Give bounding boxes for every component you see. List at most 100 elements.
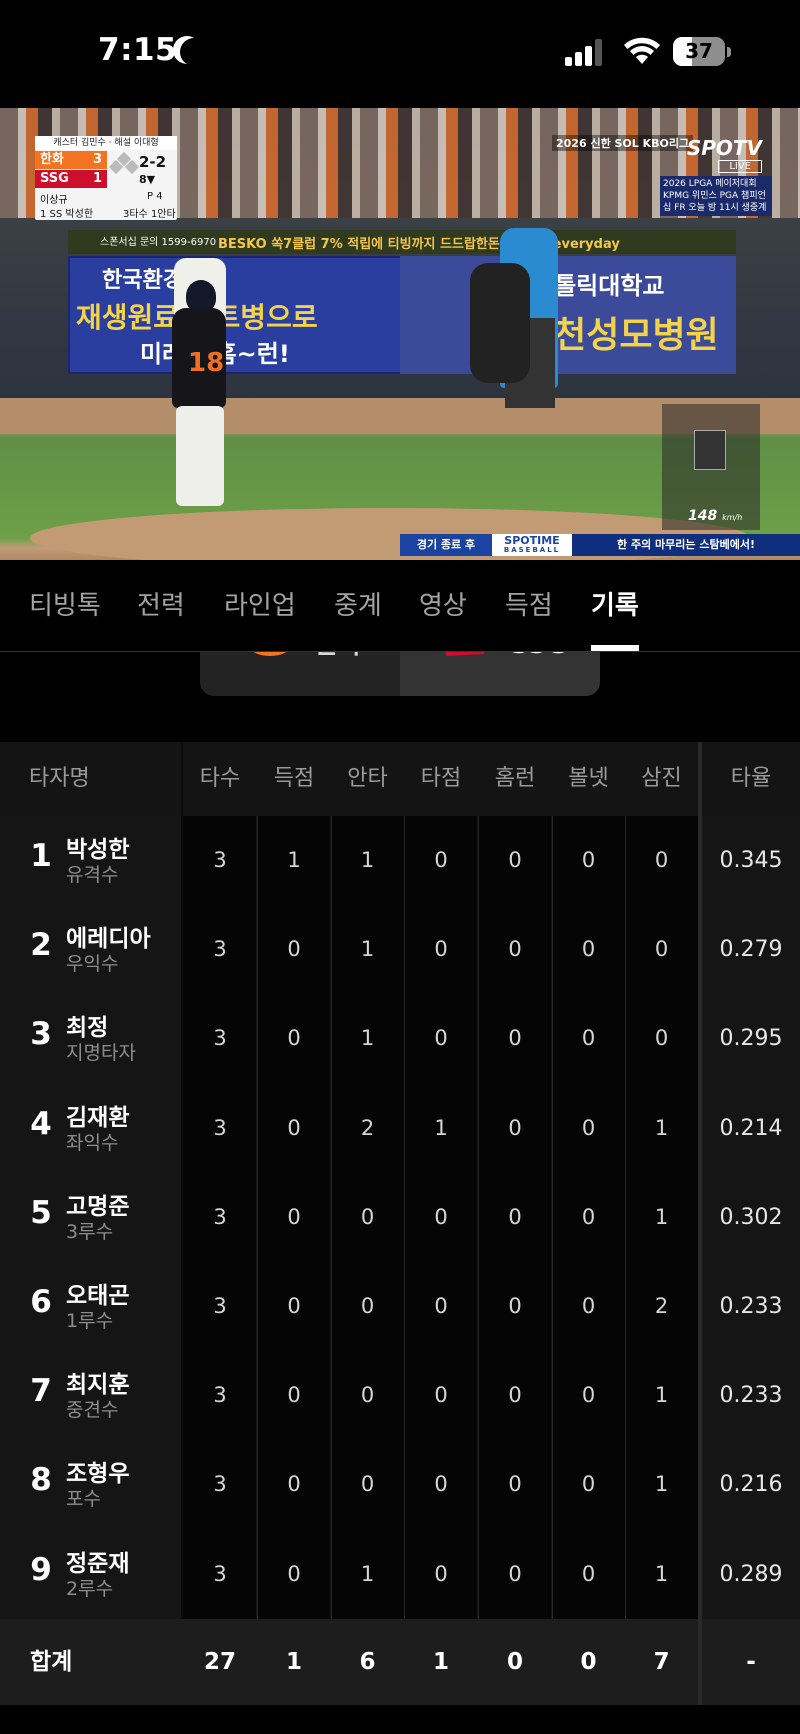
team2-score: 1 (92, 171, 102, 186)
video-player[interactable]: BESKO 쏙7클럽 7% 적립에 티빙까지 드드랍한돈 emart every… (0, 108, 800, 560)
cell-runs: 0 (287, 1383, 301, 1408)
table-row[interactable]: 6 오태곤 1루수 3 0 0 0 0 0 2 0.233 (0, 1262, 800, 1351)
cell-hits: 1 (360, 848, 375, 872)
cell-at-bats: 3 (213, 1561, 227, 1586)
cell-runs: 0 (287, 1115, 301, 1140)
cell-at-bats: 3 (213, 1383, 227, 1408)
cell-strikeouts: 1 (654, 1472, 669, 1497)
team1-name: 한화 (40, 152, 64, 167)
wifi-icon (624, 37, 660, 64)
bases-diamond-icon (108, 151, 140, 180)
cell-hits: 0 (360, 1383, 375, 1408)
tab-lineup[interactable]: 라인업 (224, 585, 296, 622)
cell-at-bats: 3 (213, 1294, 227, 1318)
player-name: 김재환 (66, 1104, 130, 1131)
cell-walks: 0 (581, 1294, 596, 1318)
cell-average: 0.233 (719, 1294, 783, 1319)
table-row[interactable]: 2 에레디아 우익수 3 0 1 0 0 0 0 0.279 (0, 905, 800, 994)
header-batter: 타자명 (29, 766, 90, 791)
player-name: 최정 (66, 1015, 109, 1042)
cell-rbi: 0 (434, 1383, 448, 1408)
header-hits: 안타 (347, 766, 388, 791)
cell-hits: 1 (360, 1026, 375, 1051)
cell-rbi: 0 (434, 1204, 448, 1229)
cell-walks: 0 (581, 1115, 596, 1140)
header-walks: 볼넷 (568, 766, 609, 791)
ad-strip-text: BESKO 쏙7클럽 7% 적립에 티빙까지 드드랍한돈 emart every… (218, 237, 620, 252)
player-name: 에레디아 (66, 926, 151, 953)
cell-strikeouts: 2 (654, 1294, 669, 1318)
cell-rbi: 0 (434, 1026, 448, 1051)
cell-average: 0.279 (719, 937, 783, 963)
total-label: 합계 (30, 1649, 73, 1675)
ticker-label: 경기 종료 후 (416, 538, 476, 551)
tab-broadcast[interactable]: 중계 (334, 585, 382, 622)
cell-strikeouts: 0 (654, 937, 669, 962)
player-position: 유격수 (66, 864, 119, 886)
cell-at-bats: 3 (213, 848, 227, 872)
batting-order: 4 (30, 1105, 52, 1142)
pitcher-tag: P 4 (147, 191, 163, 202)
team1-score-row: 한화 3 (35, 151, 107, 169)
current-batter: 1 SS 박성한 (40, 209, 94, 220)
table-row[interactable]: 1 박성한 유격수 3 1 1 0 0 0 0 0.345 (0, 816, 800, 905)
ad-banner-right: 가톨릭대학교 인천성모병원 (400, 256, 736, 374)
cell-hits: 0 (360, 1472, 375, 1497)
current-pitcher: 이상규 (40, 195, 68, 206)
player-position: 3루수 (66, 1220, 114, 1243)
total-row: 합계 27 1 6 1 0 0 7 - (0, 1619, 800, 1705)
player-position: 중견수 (66, 1399, 119, 1422)
table-row[interactable]: 4 김재환 좌익수 3 0 2 1 0 0 1 0.214 (0, 1084, 800, 1173)
active-tab-indicator (591, 645, 639, 651)
table-row[interactable]: 3 최정 지명타자 3 0 1 0 0 0 0 0.295 (0, 994, 800, 1083)
cell-walks: 0 (581, 848, 596, 872)
battery-percent: 37 (685, 39, 713, 63)
table-row[interactable]: 5 고명준 3루수 3 0 0 0 0 0 1 0.302 (0, 1173, 800, 1262)
cell-average: 0.214 (719, 1115, 783, 1141)
cell-at-bats: 3 (213, 937, 227, 962)
batting-order: 7 (30, 1373, 52, 1410)
cell-rbi: 0 (434, 1472, 448, 1497)
cell-rbi: 1 (434, 1115, 448, 1140)
cell-hits: 1 (360, 1561, 375, 1586)
cell-strikeouts: 0 (654, 1026, 669, 1051)
batter-result: 3타수 1안타 (123, 209, 176, 220)
player-name: 박성한 (66, 837, 130, 863)
total-hits: 6 (359, 1649, 376, 1675)
cell-home-runs: 0 (508, 1115, 522, 1140)
batting-order: 3 (30, 1016, 52, 1053)
cell-rbi: 0 (434, 1561, 448, 1586)
tab-video[interactable]: 영상 (419, 585, 467, 622)
batting-order: 8 (30, 1462, 52, 1499)
cell-strikeouts: 1 (654, 1204, 669, 1229)
tab-tvingtalk[interactable]: 티빙톡 (29, 585, 101, 622)
table-row[interactable]: 9 정준재 2루수 3 0 1 0 0 0 1 0.289 (0, 1530, 800, 1619)
table-row[interactable]: 7 최지훈 중견수 3 0 0 0 0 0 1 0.233 (0, 1351, 800, 1440)
tab-records[interactable]: 기록 (591, 585, 639, 622)
tab-lineup-strength[interactable]: 전력 (137, 585, 185, 622)
player-name: 정준재 (66, 1550, 130, 1577)
cell-average: 0.295 (719, 1026, 783, 1052)
batting-order: 9 (30, 1551, 52, 1588)
table-header: 타자명 타수 득점 안타 타점 홈런 볼넷 삼진 타율 (0, 742, 800, 816)
moon-icon (180, 38, 208, 66)
tab-scoring[interactable]: 득점 (505, 585, 553, 622)
total-runs: 1 (285, 1649, 302, 1675)
cell-at-bats: 3 (213, 1204, 227, 1229)
pitcher-legs (176, 406, 224, 506)
cell-strikeouts: 0 (654, 848, 669, 872)
cell-hits: 1 (360, 937, 375, 962)
cell-walks: 0 (581, 1204, 596, 1229)
cell-runs: 0 (287, 1472, 301, 1497)
cell-rbi: 0 (434, 937, 448, 962)
caster-line: 캐스터 김민수 · 해설 이대형 (35, 136, 177, 150)
cell-home-runs: 0 (508, 848, 522, 872)
cell-home-runs: 0 (508, 1472, 522, 1497)
table-row[interactable]: 8 조형우 포수 3 0 0 0 0 0 1 0.216 (0, 1440, 800, 1529)
status-time: 7:15 (98, 32, 178, 68)
ad-strip: BESKO 쏙7클럽 7% 적립에 티빙까지 드드랍한돈 emart every… (68, 230, 736, 254)
cell-runs: 1 (287, 848, 301, 872)
batting-order: 2 (30, 927, 52, 964)
team2-score-row: SSG 1 (35, 170, 107, 188)
cell-home-runs: 0 (508, 1026, 522, 1051)
